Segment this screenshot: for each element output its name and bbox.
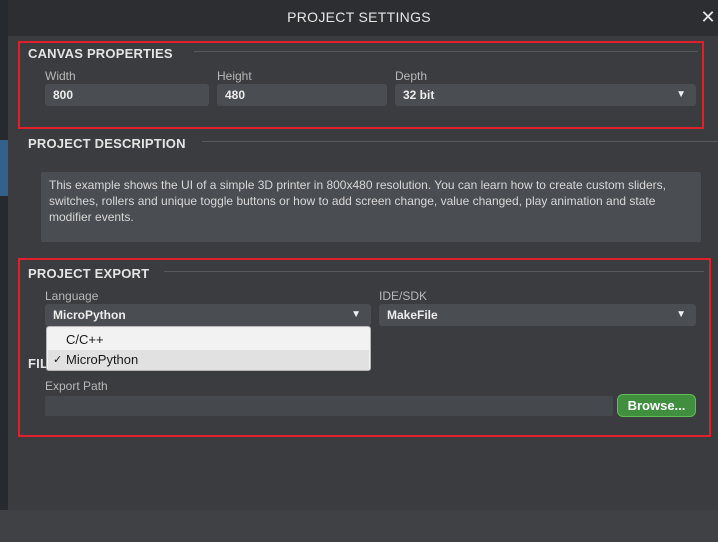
- description-text: This example shows the UI of a simple 3D…: [49, 178, 666, 224]
- check-icon: ✓: [53, 354, 63, 366]
- language-option-micropython[interactable]: ✓ MicroPython: [48, 350, 369, 370]
- description-textarea[interactable]: This example shows the UI of a simple 3D…: [41, 172, 701, 242]
- depth-select[interactable]: 32 bit ▼: [395, 84, 696, 106]
- section-divider: [202, 141, 718, 142]
- export-path-label: Export Path: [45, 379, 108, 393]
- project-export-heading: PROJECT EXPORT: [28, 266, 150, 281]
- width-value: 800: [53, 88, 74, 102]
- chevron-down-icon: ▼: [676, 309, 686, 320]
- height-value: 480: [225, 88, 246, 102]
- depth-label: Depth: [395, 69, 428, 83]
- browse-button[interactable]: Browse...: [617, 394, 696, 417]
- chevron-down-icon: ▼: [351, 309, 361, 320]
- project-description-heading: PROJECT DESCRIPTION: [28, 136, 186, 151]
- language-option-c[interactable]: C/C++: [48, 330, 369, 350]
- language-select[interactable]: MicroPython ▼: [45, 304, 371, 326]
- height-label: Height: [217, 69, 252, 83]
- language-label: Language: [45, 289, 99, 303]
- background-fragment: [0, 140, 8, 196]
- chevron-down-icon: ▼: [676, 89, 686, 100]
- close-icon[interactable]: ✕: [700, 6, 716, 28]
- ide-sdk-select[interactable]: MakeFile ▼: [379, 304, 696, 326]
- section-divider: [164, 271, 704, 272]
- export-path-input[interactable]: [45, 396, 613, 416]
- width-field[interactable]: 800: [45, 84, 209, 106]
- ide-sdk-label: IDE/SDK: [379, 289, 428, 303]
- canvas-properties-heading: CANVAS PROPERTIES: [28, 46, 173, 61]
- language-value: MicroPython: [53, 308, 126, 322]
- section-divider: [194, 51, 698, 52]
- ide-sdk-value: MakeFile: [387, 308, 438, 322]
- title-bar: PROJECT SETTINGS ✕: [8, 0, 718, 36]
- option-label: C/C++: [66, 332, 104, 347]
- project-settings-dialog: PROJECT SETTINGS ✕ CANVAS PROPERTIES Wid…: [8, 0, 718, 510]
- language-dropdown-menu: C/C++ ✓ MicroPython: [46, 326, 371, 371]
- dialog-title: PROJECT SETTINGS: [287, 9, 431, 25]
- background-fragment: [0, 30, 8, 40]
- background-app-edge: [0, 0, 8, 510]
- background-bottom-strip: [0, 510, 718, 542]
- height-field[interactable]: 480: [217, 84, 387, 106]
- width-label: Width: [45, 69, 76, 83]
- option-label: MicroPython: [66, 352, 139, 367]
- depth-value: 32 bit: [403, 88, 435, 102]
